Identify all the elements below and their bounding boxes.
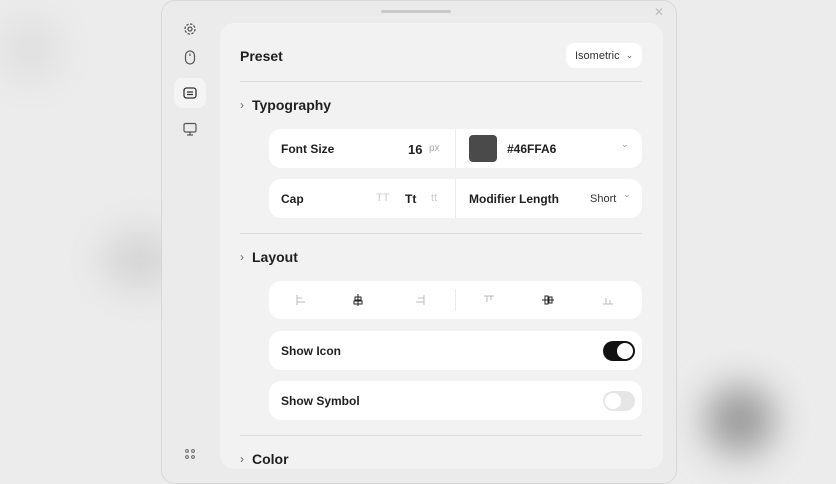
show-icon-row: Show Icon <box>269 331 642 370</box>
typography-section-toggle[interactable]: › Typography <box>240 97 331 113</box>
font-size-input[interactable]: 16 <box>408 142 422 157</box>
layout-section-toggle[interactable]: › Layout <box>240 249 298 265</box>
sidebar-item-mouse[interactable] <box>174 42 206 72</box>
show-symbol-toggle[interactable] <box>603 391 635 411</box>
align-center-vertical-icon[interactable] <box>542 294 554 306</box>
drag-handle[interactable] <box>381 10 451 13</box>
preset-title: Preset <box>240 48 283 64</box>
sidebar-item-display[interactable] <box>174 114 206 144</box>
chevron-down-icon[interactable]: ⌄ <box>623 189 631 200</box>
align-bottom-icon[interactable] <box>602 294 614 306</box>
chevron-right-icon: › <box>240 250 244 264</box>
cap-label: Cap <box>281 192 304 206</box>
divider <box>240 435 642 436</box>
layout-title: Layout <box>252 249 298 265</box>
font-size-label: Font Size <box>281 142 335 156</box>
chevron-right-icon: › <box>240 452 244 466</box>
font-size-color-row: Font Size 16 px #46FFA6 ⌄ <box>269 129 642 168</box>
cap-option-uppercase[interactable]: TT <box>376 192 389 204</box>
cap-option-lowercase[interactable]: tt <box>431 192 437 204</box>
font-size-unit: px <box>429 143 440 154</box>
modifier-length-value[interactable]: Short <box>590 193 616 205</box>
modifier-length-label: Modifier Length <box>469 192 559 206</box>
background-blur <box>0 20 60 80</box>
sidebar-item-more[interactable] <box>174 439 206 469</box>
preset-value: Isometric <box>575 49 620 62</box>
show-icon-label: Show Icon <box>281 344 341 358</box>
color-value[interactable]: #46FFA6 <box>507 142 556 156</box>
sidebar-item-keyboard[interactable] <box>174 78 206 108</box>
gear-icon <box>184 23 196 35</box>
chevron-down-icon[interactable]: ⌄ <box>621 139 629 150</box>
color-swatch[interactable] <box>469 135 497 162</box>
cap-option-titlecase[interactable]: Tt <box>405 192 416 206</box>
chevron-right-icon: › <box>240 98 244 112</box>
settings-content: Preset Isometric ⌄ › Typography Font Siz… <box>220 23 663 469</box>
alignment-row <box>269 281 642 319</box>
preset-dropdown[interactable]: Isometric ⌄ <box>566 43 643 68</box>
divider <box>240 233 642 234</box>
align-left-icon[interactable] <box>295 294 307 306</box>
align-top-icon[interactable] <box>483 294 495 306</box>
mouse-icon <box>184 49 196 65</box>
sidebar-item-settings[interactable] <box>174 14 206 44</box>
align-right-icon[interactable] <box>414 294 426 306</box>
background-blur <box>705 385 775 455</box>
settings-panel: ✕ Preset Isometric ⌄ › Typography Font S… <box>161 0 677 484</box>
monitor-icon <box>183 122 197 136</box>
cap-modifier-row: Cap TT Tt tt Modifier Length Short ⌄ <box>269 179 642 218</box>
separator <box>455 179 456 218</box>
show-symbol-row: Show Symbol <box>269 381 642 420</box>
close-icon[interactable]: ✕ <box>654 5 664 19</box>
show-symbol-label: Show Symbol <box>281 394 360 408</box>
caption-icon <box>183 87 197 99</box>
color-title: Color <box>252 451 289 467</box>
separator <box>455 129 456 168</box>
chevron-down-icon: ⌄ <box>625 50 634 60</box>
typography-title: Typography <box>252 97 332 113</box>
separator <box>455 289 456 311</box>
grid-dots-icon <box>185 449 195 459</box>
color-section-toggle[interactable]: › Color <box>240 451 289 467</box>
align-center-horizontal-icon[interactable] <box>352 294 364 306</box>
divider <box>240 81 642 82</box>
show-icon-toggle[interactable] <box>603 341 635 361</box>
